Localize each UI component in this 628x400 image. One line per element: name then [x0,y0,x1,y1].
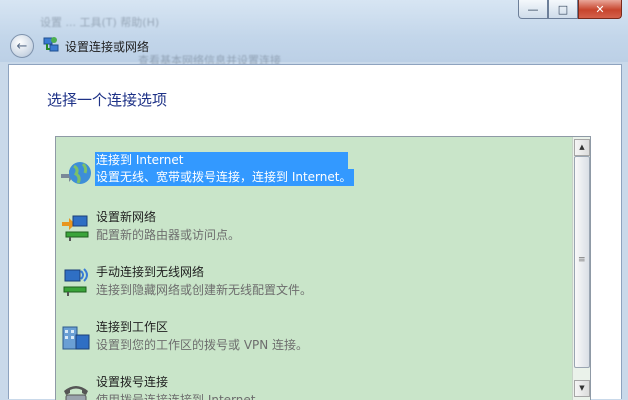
option-title: 连接到 Internet [95,152,187,169]
new-network-icon [62,215,89,241]
wireless-network-icon [63,268,88,296]
option-description: 设置无线、宽带或拨号连接，连接到 Internet。 [95,169,355,186]
scroll-down-button[interactable]: ▼ [574,380,590,397]
option-connect-internet[interactable]: 连接到 Internet 设置无线、宽带或拨号连接，连接到 Internet。 [56,147,572,197]
network-setup-icon [43,37,59,52]
dialup-phone-icon [64,386,88,400]
option-description: 配置新的路由器或访问点。 [96,228,241,242]
option-description: 连接到隐藏网络或创建新无线配置文件。 [96,283,313,297]
close-button[interactable]: ✕ [578,0,622,19]
option-description: 设置到您的工作区的拨号或 VPN 连接。 [96,338,309,352]
option-connect-workplace[interactable]: 连接到工作区 设置到您的工作区的拨号或 VPN 连接。 [56,312,572,362]
option-title: 手动连接到无线网络 [96,265,205,279]
workplace-icon [62,326,90,350]
option-manual-wireless[interactable]: 手动连接到无线网络 连接到隐藏网络或创建新无线配置文件。 [56,257,572,307]
option-dialup[interactable]: 设置拨号连接 使用拨号连接连接到 Internet。 [56,367,572,400]
page-heading: 选择一个连接选项 [47,91,168,109]
connection-options-list[interactable]: 连接到 Internet 设置无线、宽带或拨号连接，连接到 Internet。 … [55,136,591,400]
background-window-menu: 设置 ... 工具(T) 帮助(H) [40,16,160,29]
caption-buttons: — □ ✕ [518,0,622,19]
globe-internet-icon [61,162,91,184]
option-title: 设置新网络 [96,210,157,224]
vertical-scrollbar[interactable]: ▲ ≡ ▼ [572,137,590,400]
back-button[interactable]: ← [10,34,34,58]
option-description: 使用拨号连接连接到 Internet。 [96,393,268,400]
option-title: 设置拨号连接 [96,375,169,389]
maximize-button[interactable]: □ [548,0,578,19]
content-pane: 选择一个连接选项 连接到 Internet 设置无线、宽带或拨号连接，连接到 I… [8,64,622,400]
scroll-thumb[interactable]: ≡ [574,156,590,368]
scroll-grip-icon: ≡ [578,255,586,265]
option-new-network[interactable]: 设置新网络 配置新的路由器或访问点。 [56,202,572,252]
window-title-bar: 设置 ... 工具(T) 帮助(H) 查看基本网络信息并设置连接 — □ ✕ ←… [0,0,628,67]
window-title: 设置连接或网络 [65,40,150,54]
minimize-button[interactable]: — [518,0,548,19]
option-title: 连接到工作区 [96,320,169,334]
scroll-up-button[interactable]: ▲ [574,139,590,156]
